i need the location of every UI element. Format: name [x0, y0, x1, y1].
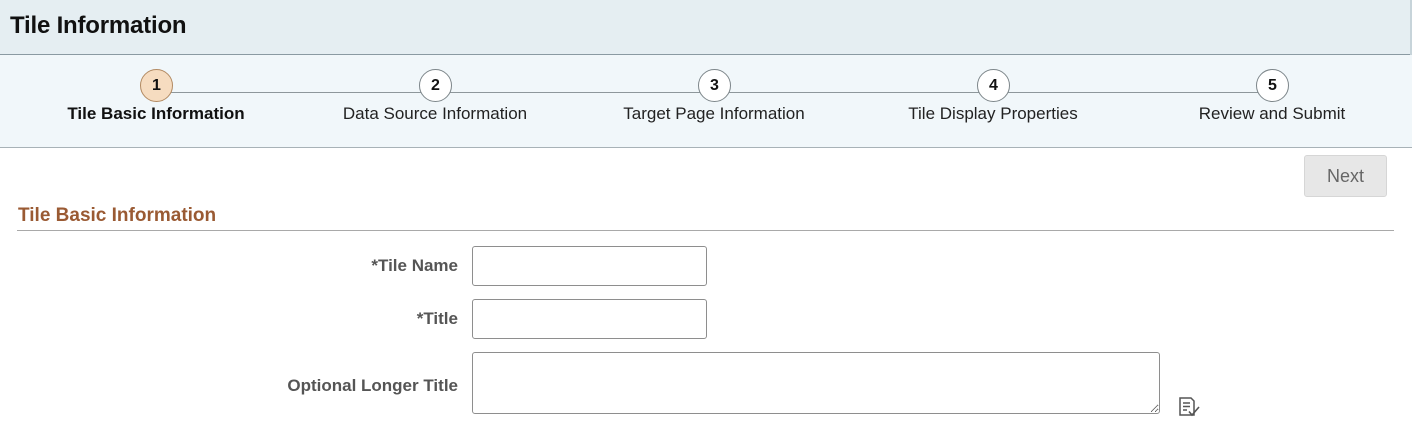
- step-label: Tile Basic Information: [67, 104, 245, 123]
- step-target-page-information[interactable]: 3 Target Page Information: [604, 55, 824, 148]
- optional-longer-title-textarea[interactable]: [472, 352, 1160, 414]
- section-divider: [17, 230, 1394, 231]
- tile-name-label: *Tile Name: [371, 256, 458, 275]
- step-number-badge: 1: [140, 69, 173, 102]
- tile-name-input[interactable]: [472, 246, 707, 286]
- step-number-badge: 3: [698, 69, 731, 102]
- page-header: Tile Information: [0, 0, 1412, 55]
- step-number-badge: 2: [419, 69, 452, 102]
- step-data-source-information[interactable]: 2 Data Source Information: [325, 55, 545, 148]
- spell-check-icon[interactable]: [1177, 396, 1201, 418]
- step-label: Target Page Information: [623, 104, 805, 123]
- section-title: Tile Basic Information: [18, 205, 217, 226]
- next-button[interactable]: Next: [1304, 155, 1387, 197]
- step-label: Data Source Information: [342, 104, 528, 123]
- step-navigation: 1 Tile Basic Information 2 Data Source I…: [0, 55, 1412, 148]
- step-label: Review and Submit: [1198, 104, 1346, 123]
- optional-longer-title-label: Optional Longer Title: [287, 376, 458, 395]
- step-tile-basic-information[interactable]: 1 Tile Basic Information: [46, 55, 266, 148]
- step-label: Tile Display Properties: [908, 104, 1078, 123]
- step-review-and-submit[interactable]: 5 Review and Submit: [1162, 55, 1382, 148]
- step-tile-display-properties[interactable]: 4 Tile Display Properties: [883, 55, 1103, 148]
- step-number-badge: 5: [1256, 69, 1289, 102]
- page-title: Tile Information: [10, 12, 187, 39]
- step-number-badge: 4: [977, 69, 1010, 102]
- title-input[interactable]: [472, 299, 707, 339]
- title-label: *Title: [416, 309, 458, 328]
